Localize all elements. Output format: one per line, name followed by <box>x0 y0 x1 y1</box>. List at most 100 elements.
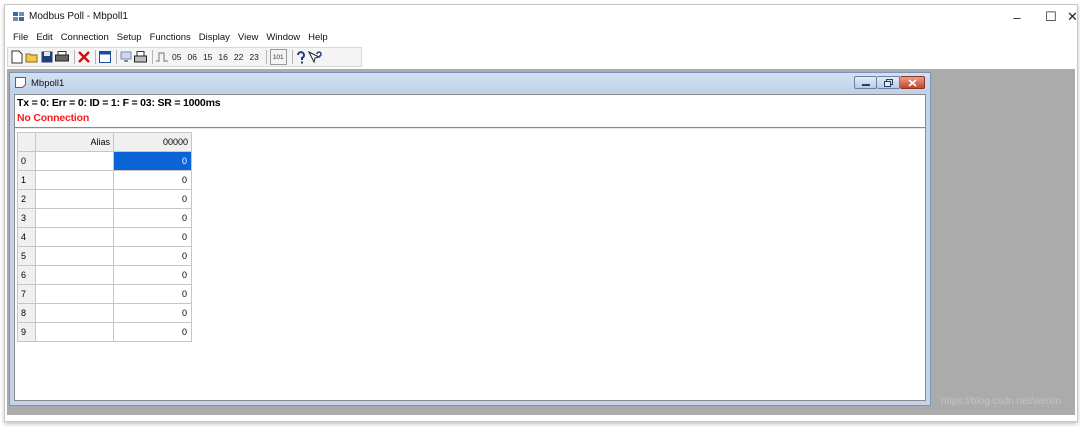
counter-101-button[interactable]: 101 <box>269 49 287 65</box>
print-icon[interactable] <box>55 49 69 65</box>
row-index-cell[interactable]: 7 <box>17 284 36 304</box>
menu-view[interactable]: View <box>234 32 262 43</box>
open-folder-icon[interactable] <box>25 49 39 65</box>
maximize-button[interactable]: ☐ <box>1035 7 1067 27</box>
register-value-cell[interactable]: 0 <box>113 322 192 342</box>
close-button[interactable]: ✕ <box>1067 7 1079 27</box>
menu-file[interactable]: File <box>9 32 32 43</box>
menu-functions[interactable]: Functions <box>146 32 195 43</box>
table-row[interactable]: 80 <box>17 303 192 323</box>
menu-connection[interactable]: Connection <box>57 32 113 43</box>
table-row[interactable]: 60 <box>17 265 192 285</box>
alias-cell[interactable] <box>35 322 114 342</box>
row-index-cell[interactable]: 2 <box>17 189 36 209</box>
table-row[interactable]: 70 <box>17 284 192 304</box>
child-window-controls <box>854 76 925 89</box>
watermark: https://blog.csdn.net/weixin <box>940 396 1061 407</box>
menu-help[interactable]: Help <box>304 32 332 43</box>
register-column-header[interactable]: 00000 <box>113 132 192 152</box>
alias-cell[interactable] <box>35 208 114 228</box>
connection-status: No Connection <box>17 112 90 124</box>
function-16-button[interactable]: 16 <box>216 49 229 65</box>
register-value-cell[interactable]: 0 <box>113 265 192 285</box>
toolbar-separator <box>95 50 96 64</box>
table-row[interactable]: 20 <box>17 189 192 209</box>
row-index-cell[interactable]: 9 <box>17 322 36 342</box>
modbus-poll-window: Modbus Poll - Mbpoll1 – ☐ ✕ File Edit Co… <box>4 4 1078 422</box>
table-row[interactable]: 10 <box>17 170 192 190</box>
poll-status-line: Tx = 0: Err = 0: ID = 1: F = 03: SR = 10… <box>17 97 221 109</box>
row-index-cell[interactable]: 8 <box>17 303 36 323</box>
save-icon[interactable] <box>41 49 53 65</box>
alias-cell[interactable] <box>35 265 114 285</box>
monitor-icon[interactable] <box>120 49 132 65</box>
register-value-cell[interactable]: 0 <box>113 303 192 323</box>
printer-page-icon[interactable] <box>134 49 147 65</box>
menu-display[interactable]: Display <box>195 32 234 43</box>
alias-column-header[interactable]: Alias <box>35 132 114 152</box>
function-06-button[interactable]: 06 <box>185 49 198 65</box>
alias-cell[interactable] <box>35 151 114 171</box>
minimize-button[interactable]: – <box>1001 7 1033 27</box>
register-value-cell[interactable]: 0 <box>113 189 192 209</box>
row-index-cell[interactable]: 0 <box>17 151 36 171</box>
register-value-cell[interactable]: 0 <box>113 227 192 247</box>
child-title-bar[interactable]: Mbpoll1 <box>10 73 930 93</box>
alias-cell[interactable] <box>35 189 114 209</box>
mbpoll-child-window: Mbpoll1 Tx = 0: Err = 0: ID = 1: F = 03:… <box>9 72 931 406</box>
menu-edit[interactable]: Edit <box>32 32 56 43</box>
grid-corner-cell[interactable] <box>17 132 36 152</box>
toolbar-separator <box>152 50 153 64</box>
function-22-button[interactable]: 22 <box>232 49 245 65</box>
toolbar-separator <box>116 50 117 64</box>
register-value-cell[interactable]: 0 <box>113 208 192 228</box>
register-grid: Alias 00000 00102030405060708090 <box>17 132 192 342</box>
menu-bar: File Edit Connection Setup Functions Dis… <box>5 29 1077 46</box>
row-index-cell[interactable]: 6 <box>17 265 36 285</box>
function-05-button[interactable]: 05 <box>170 49 183 65</box>
help-question-icon[interactable] <box>296 49 306 65</box>
context-help-icon[interactable] <box>307 49 322 65</box>
new-document-icon[interactable] <box>11 49 23 65</box>
grid-header-row: Alias 00000 <box>17 132 192 152</box>
row-index-cell[interactable]: 5 <box>17 246 36 266</box>
register-value-cell[interactable]: 0 <box>113 170 192 190</box>
title-bar[interactable]: Modbus Poll - Mbpoll1 – ☐ ✕ <box>5 5 1079 29</box>
alias-cell[interactable] <box>35 246 114 266</box>
poll-definition-view: Tx = 0: Err = 0: ID = 1: F = 03: SR = 10… <box>14 94 926 401</box>
document-icon <box>15 77 27 88</box>
child-close-button[interactable] <box>900 76 925 89</box>
alias-cell[interactable] <box>35 284 114 304</box>
table-row[interactable]: 40 <box>17 227 192 247</box>
row-index-cell[interactable]: 4 <box>17 227 36 247</box>
window-title: Modbus Poll - Mbpoll1 <box>29 11 128 22</box>
table-row[interactable]: 30 <box>17 208 192 228</box>
row-index-cell[interactable]: 1 <box>17 170 36 190</box>
register-value-cell[interactable]: 0 <box>113 246 192 266</box>
child-restore-button[interactable] <box>877 76 900 89</box>
register-value-cell[interactable]: 0 <box>113 284 192 304</box>
alias-cell[interactable] <box>35 170 114 190</box>
toolbar: 05 06 15 16 22 23 101 <box>7 47 362 67</box>
header-divider <box>15 127 925 129</box>
row-index-cell[interactable]: 3 <box>17 208 36 228</box>
table-row[interactable]: 90 <box>17 322 192 342</box>
alias-cell[interactable] <box>35 227 114 247</box>
child-window-title: Mbpoll1 <box>31 78 65 89</box>
delete-x-icon[interactable] <box>78 49 90 65</box>
toolbar-separator <box>265 50 267 64</box>
alias-cell[interactable] <box>35 303 114 323</box>
menu-window[interactable]: Window <box>262 32 304 43</box>
mdi-workspace: Mbpoll1 Tx = 0: Err = 0: ID = 1: F = 03:… <box>7 69 1075 415</box>
pulse-signal-icon[interactable] <box>156 49 168 65</box>
table-row[interactable]: 00 <box>17 151 192 171</box>
window-icon[interactable] <box>99 49 111 65</box>
child-minimize-button[interactable] <box>854 76 877 89</box>
function-23-button[interactable]: 23 <box>247 49 260 65</box>
toolbar-separator <box>74 50 75 64</box>
register-value-cell[interactable]: 0 <box>113 151 192 171</box>
table-row[interactable]: 50 <box>17 246 192 266</box>
function-15-button[interactable]: 15 <box>201 49 214 65</box>
menu-setup[interactable]: Setup <box>113 32 146 43</box>
toolbar-separator <box>291 50 293 64</box>
